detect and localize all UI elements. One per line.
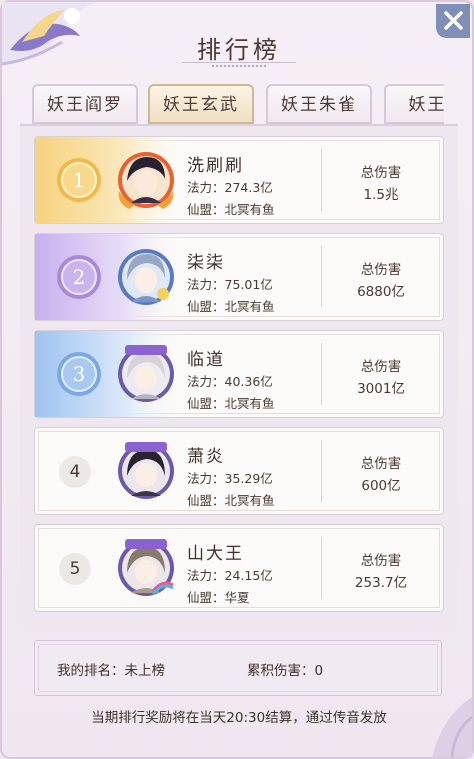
- damage-value: 600亿: [361, 478, 401, 494]
- divider: [321, 149, 322, 211]
- damage-label: 总伤害: [360, 359, 402, 375]
- damage-value: 3001亿: [357, 381, 405, 397]
- tab-yaowang-xuanwu[interactable]: 妖王玄武: [148, 84, 254, 124]
- my-rank-text: 我的排名：未上榜: [57, 663, 165, 679]
- player-guild: 仙盟：北冥有鱼: [187, 299, 275, 314]
- avatar: [118, 539, 174, 596]
- player-power: 法力：24.15亿: [187, 568, 273, 583]
- page-title: 排行榜: [197, 36, 281, 64]
- damage-label: 总伤害: [360, 553, 402, 569]
- divider: [321, 343, 322, 405]
- damage-value: 6880亿: [357, 284, 405, 300]
- svg-text:3: 3: [73, 362, 86, 386]
- bronze-medal-icon: 3: [57, 352, 101, 396]
- damage-label: 总伤害: [360, 165, 402, 181]
- rank-number: 5: [59, 553, 91, 585]
- ranking-row[interactable]: 4 萧炎 法力：35.29亿 仙盟：北冥有鱼 总伤害 600亿: [34, 427, 444, 515]
- player-name: 萧炎: [187, 447, 225, 467]
- rank-number: 4: [59, 456, 91, 488]
- player-power: 法力：40.36亿: [187, 374, 273, 389]
- player-name: 临道: [187, 350, 225, 370]
- divider: [321, 537, 322, 599]
- avatar: [118, 345, 174, 402]
- damage-label: 总伤害: [360, 456, 402, 472]
- damage-value: 253.7亿: [354, 575, 408, 591]
- player-name: 洗刷刷: [187, 156, 244, 176]
- avatar: [118, 152, 174, 209]
- player-guild: 仙盟：北冥有鱼: [187, 493, 275, 508]
- player-power: 法力：35.29亿: [187, 471, 273, 486]
- leaderboard-panel: 排行榜 妖王阎罗 妖王玄武 妖王朱雀 妖王饕 1 洗刷刷 法力：274.3: [0, 0, 474, 759]
- avatar: [118, 249, 174, 305]
- cumulative-damage-text: 累积伤害：0: [247, 663, 324, 679]
- divider: [321, 440, 322, 502]
- tab-yaowang-yanluo[interactable]: 妖王阎罗: [32, 84, 138, 124]
- ranking-row[interactable]: 1 洗刷刷 法力：274.3亿 仙盟：北冥有鱼 总伤害 1.5兆: [34, 136, 444, 224]
- player-name: 柒柒: [187, 253, 225, 273]
- damage-value: 1.5兆: [363, 187, 399, 203]
- boss-tabs: 妖王阎罗 妖王玄武 妖王朱雀 妖王饕: [32, 84, 444, 126]
- silver-medal-icon: 2: [57, 255, 101, 299]
- damage-label: 总伤害: [360, 262, 402, 278]
- title-ornament: [182, 62, 296, 73]
- divider: [321, 246, 322, 308]
- player-power: 法力：274.3亿: [187, 180, 273, 195]
- gold-medal-icon: 1: [57, 158, 101, 202]
- player-name: 山大王: [187, 544, 244, 564]
- cloud-decoration-icon: [432, 697, 472, 757]
- player-guild: 仙盟：华夏: [187, 590, 250, 605]
- player-guild: 仙盟：北冥有鱼: [187, 202, 275, 217]
- svg-text:2: 2: [73, 265, 86, 289]
- svg-text:1: 1: [73, 168, 86, 192]
- player-guild: 仙盟：北冥有鱼: [187, 396, 275, 411]
- tab-yaowang-tao[interactable]: 妖王饕: [384, 84, 444, 124]
- ranking-row[interactable]: 5 山大王 法力：24.15亿 仙盟：华夏 总伤害 253.7亿: [34, 524, 444, 612]
- ranking-row[interactable]: 2 柒柒 法力：75.01亿 仙盟：北冥有鱼 总伤害 6880亿: [34, 233, 444, 321]
- player-power: 法力：75.01亿: [187, 277, 273, 292]
- tab-yaowang-zhuque[interactable]: 妖王朱雀: [266, 84, 372, 124]
- ranking-row[interactable]: 3 临道 法力：40.36亿 仙盟：北冥有鱼 总伤害 3001亿: [34, 330, 444, 418]
- avatar: [118, 442, 174, 499]
